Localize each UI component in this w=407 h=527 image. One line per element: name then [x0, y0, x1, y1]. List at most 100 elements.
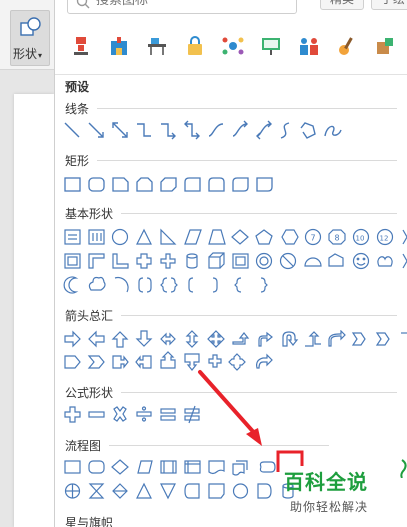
- right-arrow-callout-shape[interactable]: [112, 355, 129, 369]
- scrollbar[interactable]: [399, 0, 407, 527]
- division-shape[interactable]: [136, 406, 152, 422]
- flowchart-merge-shape[interactable]: [160, 483, 176, 500]
- chevron-shape[interactable]: [87, 355, 105, 369]
- snip-corner-rectangle-shape[interactable]: [112, 177, 129, 192]
- bent-up-arrow-shape[interactable]: [328, 330, 346, 347]
- flowchart-internal-storage-shape[interactable]: [184, 460, 201, 474]
- curved-double-arrow-shape[interactable]: [256, 120, 272, 140]
- flowchart-stored-data-shape[interactable]: [184, 483, 200, 499]
- left-arrow-callout-shape[interactable]: [135, 355, 152, 369]
- scribble-shape[interactable]: [324, 125, 342, 137]
- flowchart-predefined-process-shape[interactable]: [160, 460, 177, 474]
- double-brace-shape[interactable]: [160, 277, 178, 293]
- heart-shape[interactable]: [377, 256, 393, 267]
- curve-shape[interactable]: [280, 122, 290, 139]
- flowchart-alternate-process-shape[interactable]: [88, 460, 105, 474]
- flowchart-multidocument-shape[interactable]: [232, 460, 248, 476]
- flowchart-decision-shape[interactable]: [111, 459, 129, 475]
- no-symbol-shape[interactable]: [279, 252, 297, 270]
- shape-button[interactable]: 形状▾: [10, 10, 50, 66]
- snip-round-rectangle-shape[interactable]: [184, 177, 201, 192]
- round-diagonal-rectangle-shape[interactable]: [232, 177, 249, 192]
- double-arrow-line-shape[interactable]: [112, 122, 128, 138]
- cloud-shape[interactable]: [88, 276, 106, 291]
- half-frame-shape[interactable]: [88, 253, 105, 269]
- elbow-arrow-connector-shape[interactable]: [161, 123, 176, 140]
- u-turn-arrow-shape[interactable]: [282, 331, 299, 347]
- octagon-shape[interactable]: 8: [328, 229, 346, 245]
- recommended-button[interactable]: 精美: [320, 0, 364, 10]
- line-shape[interactable]: [64, 122, 80, 138]
- right-brace-shape[interactable]: [260, 277, 268, 293]
- multiply-shape[interactable]: [113, 406, 127, 422]
- circular-arrow-shape[interactable]: [256, 353, 273, 369]
- left-up-arrow-shape[interactable]: [305, 331, 321, 347]
- double-bracket-shape[interactable]: [138, 277, 152, 293]
- elbow-double-arrow-shape[interactable]: [184, 120, 200, 140]
- cross-shape[interactable]: [160, 253, 176, 269]
- down-arrow-callout-shape[interactable]: [184, 353, 200, 371]
- flowchart-extract-shape[interactable]: [136, 482, 152, 499]
- box-icon[interactable]: [373, 34, 397, 58]
- l-shape[interactable]: [112, 253, 129, 269]
- left-arrow-shape[interactable]: [88, 330, 105, 348]
- flowchart-direct-access-shape[interactable]: [257, 483, 272, 499]
- desk-icon[interactable]: [145, 34, 169, 58]
- right-triangle-shape[interactable]: [160, 228, 177, 245]
- left-right-up-arrow-shape[interactable]: [232, 332, 250, 345]
- block-arc-shape[interactable]: [304, 257, 322, 267]
- left-right-arrow-shape[interactable]: [160, 332, 176, 346]
- diagonal-stripe-shape[interactable]: [136, 253, 152, 269]
- equal-shape[interactable]: [160, 408, 176, 421]
- round-single-corner-rectangle-shape[interactable]: [256, 177, 273, 192]
- arc-shape[interactable]: [114, 276, 129, 293]
- flowchart-data-shape[interactable]: [137, 460, 153, 474]
- heptagon-shape[interactable]: 7: [304, 228, 322, 246]
- diamond-shape[interactable]: [231, 229, 249, 245]
- guitar-icon[interactable]: [335, 34, 359, 58]
- presentation-icon[interactable]: [259, 34, 283, 58]
- quad-arrow-callout-shape[interactable]: [228, 353, 246, 371]
- flowchart-document-shape[interactable]: [208, 460, 225, 475]
- flowchart-terminator-shape[interactable]: [259, 461, 276, 473]
- up-down-arrow-shape[interactable]: [185, 330, 199, 348]
- dodecagon-shape[interactable]: 12: [376, 228, 394, 246]
- left-brace-shape[interactable]: [234, 277, 242, 293]
- snip-same-side-rectangle-shape[interactable]: [136, 177, 153, 192]
- bevel-shape[interactable]: [232, 253, 249, 269]
- textbox-shape[interactable]: [64, 229, 81, 245]
- snip-diagonal-rectangle-shape[interactable]: [160, 177, 177, 192]
- right-arrow-shape[interactable]: [64, 330, 81, 348]
- robot-icon[interactable]: [69, 34, 93, 58]
- search-input[interactable]: [96, 0, 286, 8]
- flowchart-summing-junction-shape[interactable]: [64, 483, 81, 499]
- smiley-face-shape[interactable]: [352, 252, 370, 270]
- left-right-arrow-callout-shape[interactable]: [208, 354, 222, 368]
- arrow-line-shape[interactable]: [88, 122, 104, 138]
- can-shape[interactable]: [186, 253, 198, 269]
- bent-arrow-shape[interactable]: [258, 331, 273, 347]
- down-arrow-shape[interactable]: [135, 330, 153, 347]
- flowchart-sort-shape[interactable]: [112, 483, 128, 499]
- trapezoid-shape[interactable]: [208, 229, 226, 245]
- quad-arrow-shape[interactable]: [207, 330, 225, 348]
- freeform-shape[interactable]: [300, 122, 316, 139]
- flowchart-connector-shape[interactable]: [232, 483, 249, 499]
- parallelogram-shape[interactable]: [184, 229, 202, 245]
- moon-shape[interactable]: [63, 276, 77, 294]
- decagon-shape[interactable]: 10: [352, 228, 370, 246]
- curved-left-arrow-shape[interactable]: [375, 332, 390, 346]
- pentagon-arrow-shape[interactable]: [64, 355, 81, 369]
- frame-shape[interactable]: [64, 253, 81, 269]
- flowchart-process-shape[interactable]: [64, 460, 81, 474]
- oval-shape[interactable]: [111, 228, 129, 246]
- curved-arrow-connector-shape[interactable]: [232, 120, 248, 137]
- up-arrow-shape[interactable]: [111, 331, 129, 348]
- left-bracket-shape[interactable]: [188, 277, 194, 293]
- flowchart-collate-shape[interactable]: [88, 483, 105, 499]
- curved-right-arrow-shape[interactable]: [351, 332, 366, 346]
- triangle-shape[interactable]: [136, 228, 152, 245]
- pentagon-shape[interactable]: [255, 229, 273, 245]
- lock-icon[interactable]: [183, 34, 207, 58]
- search-box[interactable]: [67, 0, 297, 14]
